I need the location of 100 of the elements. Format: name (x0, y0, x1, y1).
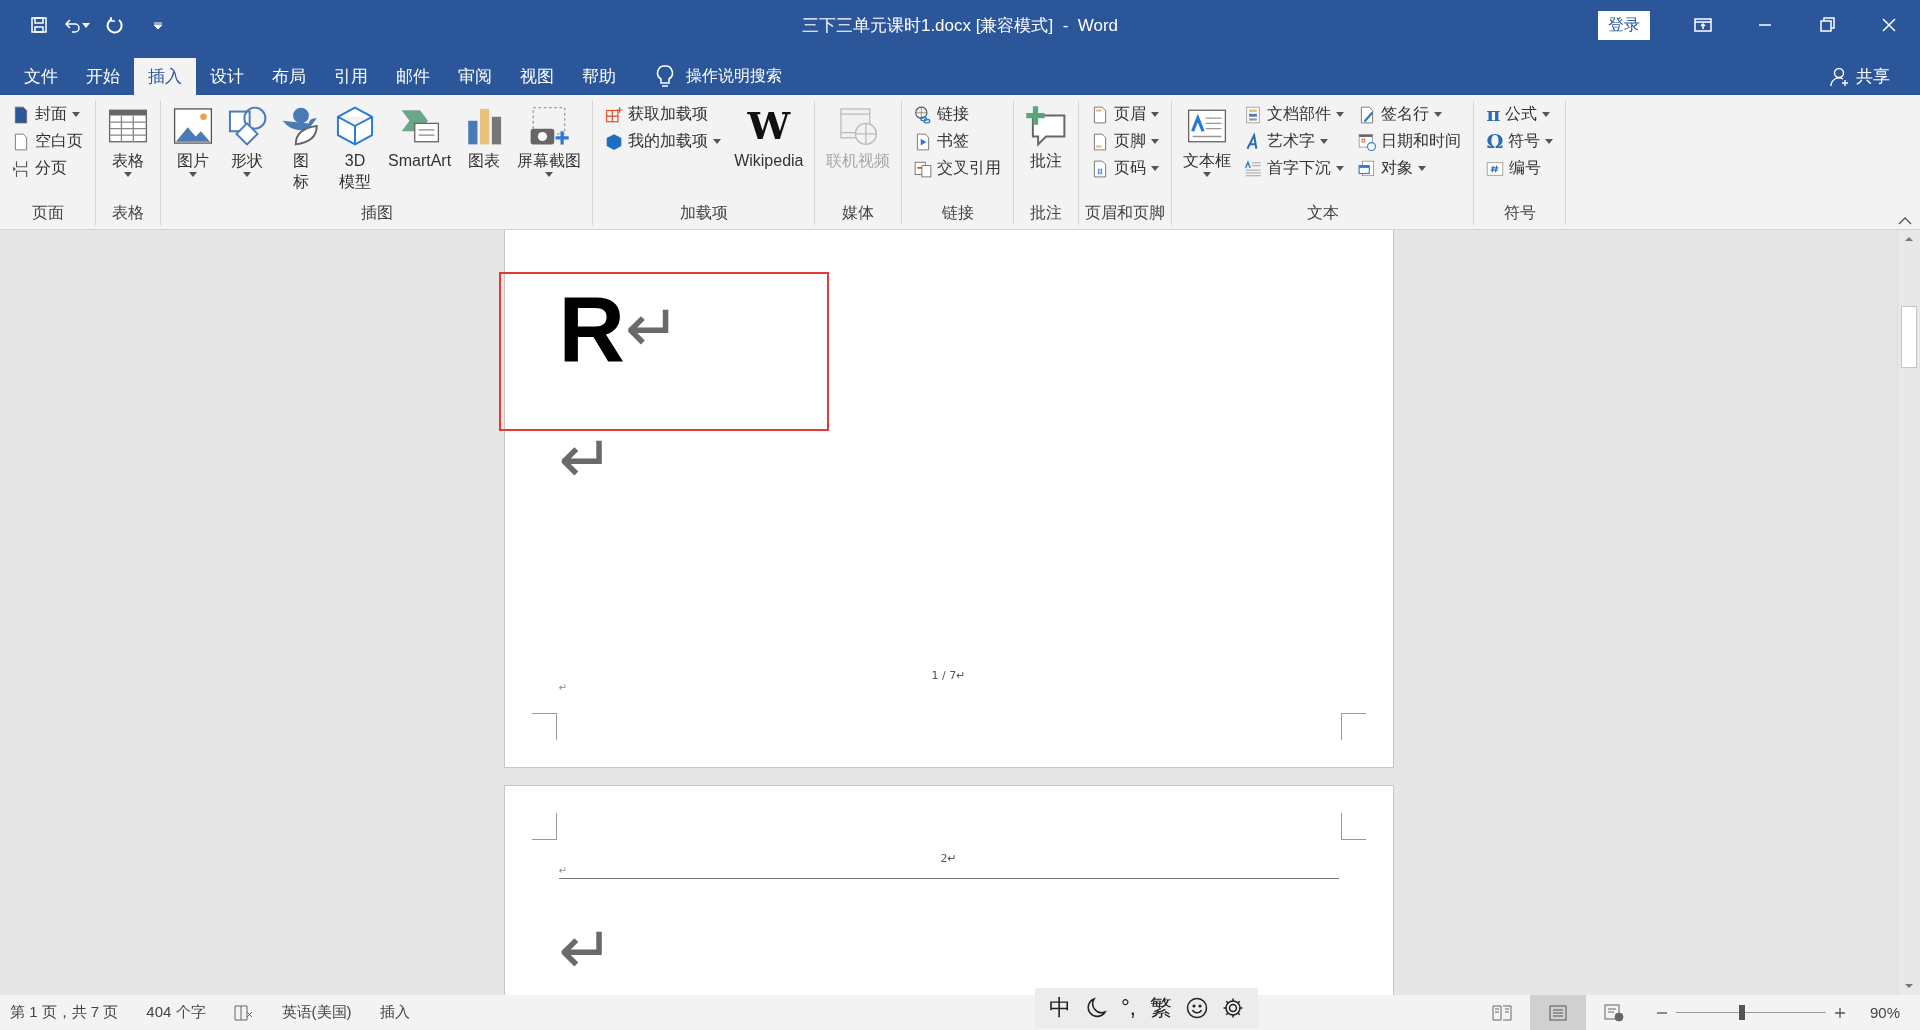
page-break-icon (12, 159, 30, 178)
sign-in-button[interactable]: 登录 (1598, 10, 1650, 40)
ribbon-tab[interactable]: 布局 (258, 58, 320, 95)
page-layout-icon (1548, 1004, 1567, 1021)
paragraph-mark: ↵ (558, 427, 614, 493)
ribbon-button[interactable]: 日期和时间 (1355, 128, 1465, 155)
proofing-icon[interactable] (233, 1003, 254, 1022)
ime-mode[interactable]: 中 (1049, 992, 1071, 1023)
paragraph-mark: ↵ (558, 865, 567, 876)
ribbon-button[interactable]: 屏幕截图 (512, 101, 587, 177)
ribbon-button[interactable]: 对象 (1355, 155, 1465, 182)
zoom-level: 90% (1869, 1004, 1900, 1021)
ribbon-button[interactable]: 空白页 (9, 128, 86, 155)
window-title: 三下三单元课时1.docx [兼容模式] - Word (801, 14, 1119, 37)
ribbon-button[interactable]: 图标 (275, 101, 327, 193)
ribbon-button[interactable]: 形状 (221, 101, 273, 177)
ribbon-button[interactable]: 签名行 (1355, 101, 1465, 128)
group-label: 符号 (1502, 203, 1537, 223)
moon-icon[interactable] (1085, 996, 1107, 1019)
ime-script[interactable]: 繁 (1149, 992, 1172, 1023)
shapes-icon (226, 105, 268, 147)
paragraph-mark: ↵ (624, 296, 681, 362)
vertical-scrollbar[interactable] (1897, 230, 1920, 995)
corner-mark (1340, 713, 1366, 740)
page-icon (12, 105, 30, 124)
ribbon-button[interactable]: 艺术字 (1241, 128, 1348, 155)
word-count: 404 个字 (146, 1003, 206, 1022)
settings-icon[interactable] (1221, 996, 1244, 1019)
caret-icon (82, 22, 90, 28)
ribbon-button[interactable]: 链接 (911, 101, 1005, 128)
paragraph-mark: ↵ (558, 682, 567, 693)
ribbon-button[interactable]: W Wikipedia (729, 101, 809, 172)
cubes-icon (605, 132, 624, 151)
lightbulb-icon (656, 64, 674, 89)
ribbon-button[interactable]: 首字下沉 (1241, 155, 1348, 182)
number-icon (1486, 159, 1505, 178)
redo-icon (106, 16, 124, 34)
ribbon-button[interactable]: 表格 (102, 101, 154, 177)
ribbon-button[interactable]: SmartArt (383, 101, 457, 172)
ribbon-button[interactable]: 交叉引用 (911, 155, 1005, 182)
ribbon-button[interactable]: 分页 (9, 155, 86, 182)
ribbon-button[interactable]: 页眉 (1088, 101, 1163, 128)
smiley-icon[interactable] (1185, 996, 1208, 1019)
ribbon-button[interactable]: 批注 (1020, 101, 1073, 172)
ribbon-button[interactable]: 编号 (1483, 155, 1557, 182)
ribbon-button[interactable]: Ω 符号 (1483, 128, 1557, 155)
letter-w-icon: W (747, 107, 791, 145)
ribbon-tab[interactable]: 文件 (10, 58, 72, 95)
ribbon-tab[interactable]: 设计 (196, 58, 258, 95)
save-button[interactable] (28, 14, 50, 36)
share-button[interactable]: 共享 (1824, 58, 1896, 95)
close-icon (1880, 16, 1898, 34)
ime-punctuation[interactable]: °, (1121, 994, 1136, 1021)
calendar-icon (1358, 132, 1377, 151)
customize-button[interactable] (152, 19, 164, 31)
body-text: R (558, 283, 625, 375)
ribbon-button[interactable]: 3D 模型 (329, 101, 381, 193)
ribbon-button[interactable]: 文档部件 (1241, 101, 1348, 128)
ribbon-button[interactable]: 页码 (1088, 155, 1163, 182)
ribbon-tab[interactable]: 引用 (320, 58, 382, 95)
scroll-thumb[interactable] (1901, 306, 1917, 368)
caret-icon (154, 21, 162, 29)
ribbon-button[interactable]: 封面 (9, 101, 86, 128)
scroll-down-icon (1904, 981, 1914, 991)
web-layout-icon (1603, 1003, 1624, 1022)
collapse-icon[interactable] (1898, 217, 1912, 225)
input-mode: 插入 (379, 1003, 410, 1022)
link-icon (914, 105, 933, 124)
group-label: 插图 (359, 203, 394, 223)
zoom-in-icon[interactable] (1833, 1006, 1846, 1019)
page-count: 第 1 页，共 7 页 (10, 1003, 119, 1022)
group-label: 加载项 (678, 203, 729, 223)
ribbon-button[interactable]: 书签 (911, 128, 1005, 155)
ribbon-tab[interactable]: 开始 (72, 58, 134, 95)
ribbon-button[interactable]: 页脚 (1088, 128, 1163, 155)
ribbon-button[interactable]: 文本框 (1178, 101, 1237, 177)
cube-icon (334, 105, 376, 147)
picture-icon (172, 105, 214, 147)
ribbon-button[interactable]: 图片 (167, 101, 219, 177)
page-number: 1 / 7↵ (931, 669, 966, 682)
ribbon-button[interactable]: 图表 (458, 101, 511, 172)
ribbon-button[interactable]: 获取加载项 (602, 101, 725, 128)
ribbon-button[interactable]: π 公式 (1483, 101, 1557, 128)
ribbon-tab[interactable]: 视图 (506, 58, 568, 95)
corner-mark (531, 813, 557, 840)
camera-icon (528, 105, 571, 147)
person-icon (1830, 66, 1850, 87)
ribbon-tab[interactable]: 邮件 (382, 58, 444, 95)
redo-button[interactable] (104, 14, 126, 36)
slider-thumb[interactable] (1738, 1005, 1745, 1020)
search-field[interactable]: 操作说明搜索 (686, 66, 782, 87)
corner-mark (1340, 813, 1366, 840)
page-icon (12, 132, 30, 151)
ribbon-tab[interactable]: 审阅 (444, 58, 506, 95)
ribbon-tab[interactable]: 帮助 (568, 58, 630, 95)
ribbon-button[interactable]: 我的加载项 (602, 128, 725, 155)
ribbon-tab[interactable]: 插入 (134, 58, 196, 95)
drop-cap-icon (1244, 159, 1263, 178)
save-icon (30, 16, 48, 34)
undo-icon (64, 16, 82, 34)
